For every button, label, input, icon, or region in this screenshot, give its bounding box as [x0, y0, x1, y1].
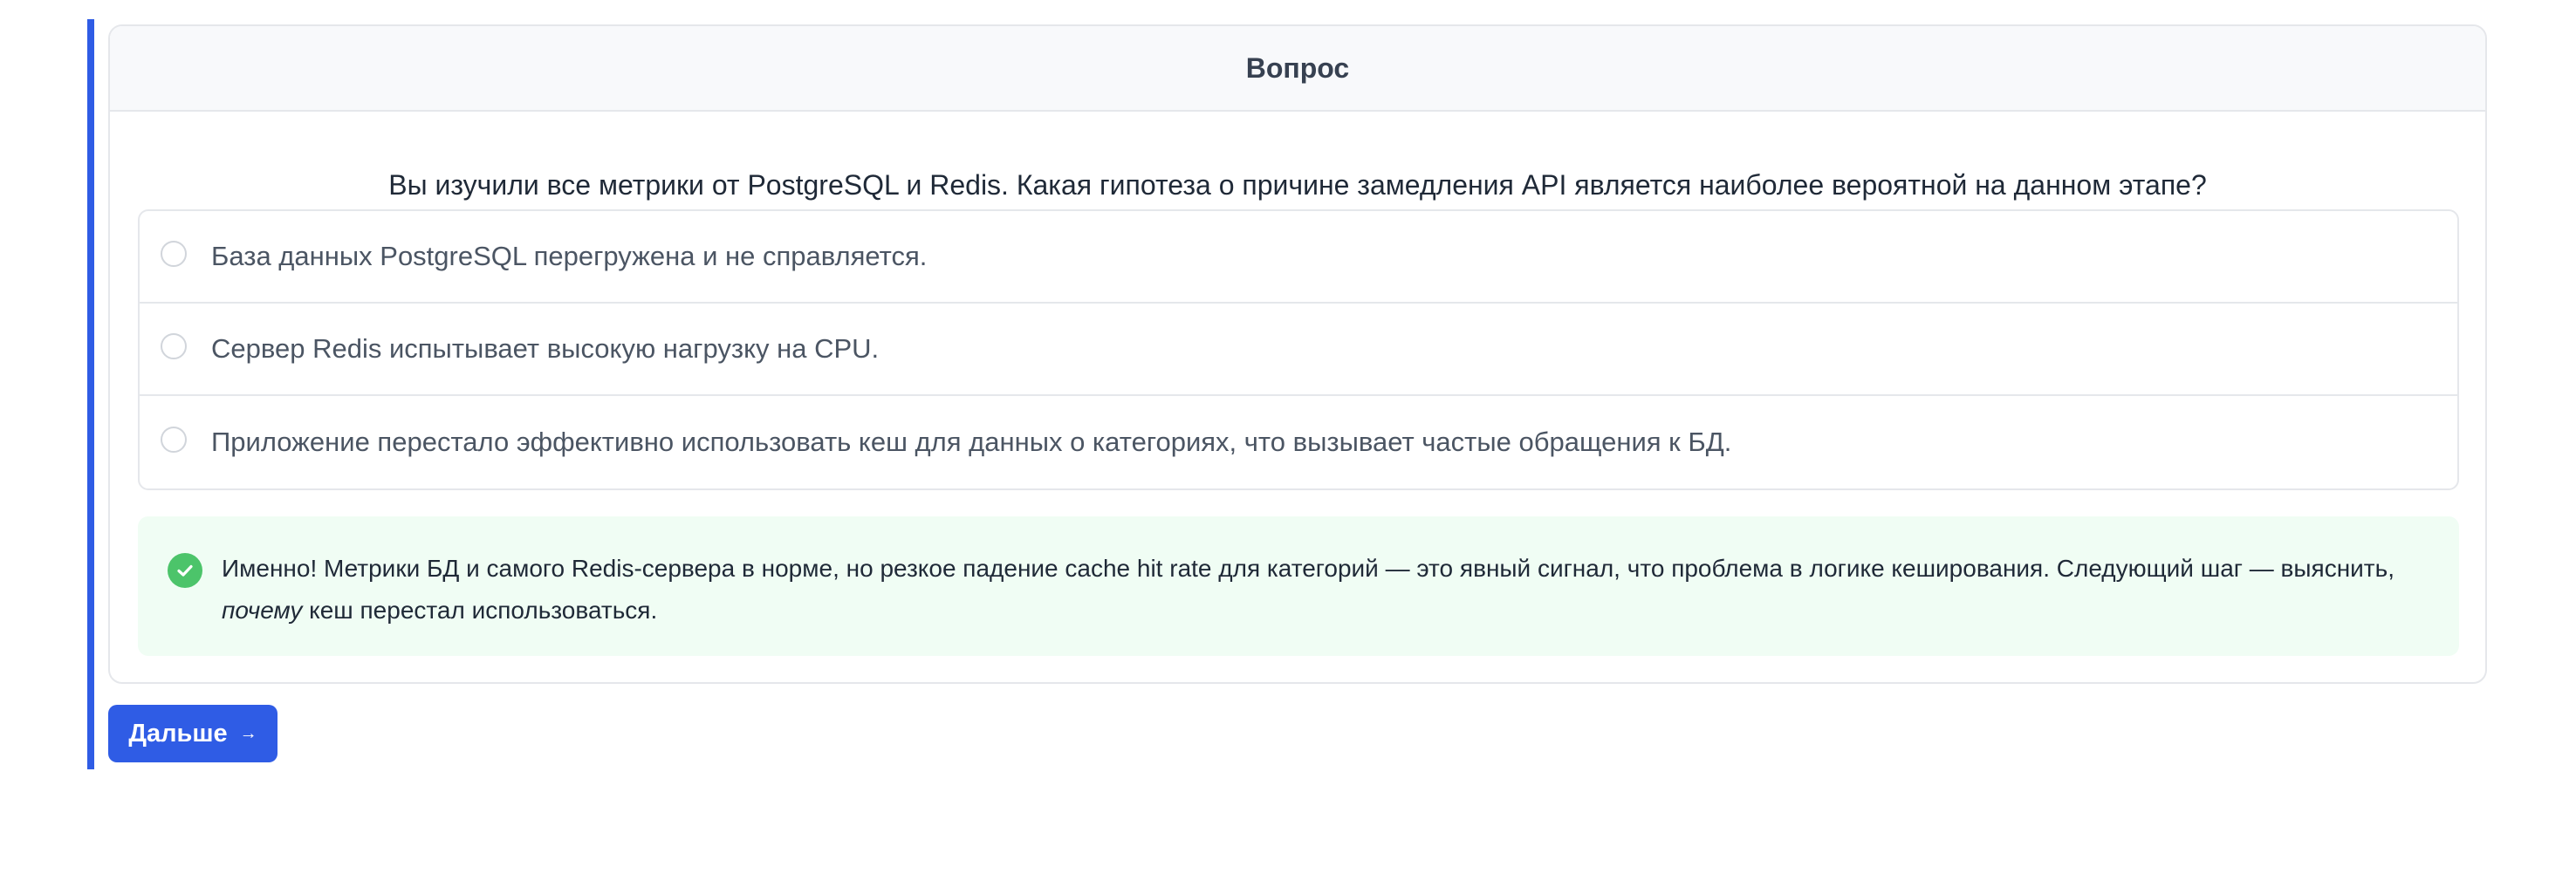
feedback-text-end: кеш перестал использоваться.	[302, 597, 658, 624]
card-title: Вопрос	[1245, 51, 1350, 84]
option-item[interactable]: Приложение перестало эффективно использо…	[140, 396, 2457, 488]
accent-bar	[87, 19, 94, 769]
options-list: База данных PostgreSQL перегружена и не …	[138, 209, 2459, 490]
feedback-text: Именно! Метрики БД и самого Redis-сервер…	[222, 548, 2407, 632]
radio-button[interactable]	[161, 241, 187, 267]
next-button[interactable]: Дальше →	[108, 705, 277, 762]
card-header: Вопрос	[110, 26, 2485, 112]
option-item[interactable]: Сервер Redis испытывает высокую нагрузку…	[140, 304, 2457, 396]
feedback-text-start: Именно! Метрики БД и самого Redis-сервер…	[222, 555, 2394, 582]
radio-button[interactable]	[161, 333, 187, 359]
question-card: Вопрос Вы изучили все метрики от Postgre…	[108, 24, 2487, 684]
feedback-box: Именно! Метрики БД и самого Redis-сервер…	[138, 516, 2459, 656]
option-label: База данных PostgreSQL перегружена и не …	[211, 241, 928, 271]
feedback-emphasis: почему	[222, 597, 303, 624]
option-label: Сервер Redis испытывает высокую нагрузку…	[211, 333, 880, 364]
arrow-right-icon: →	[239, 724, 257, 743]
option-item[interactable]: База данных PostgreSQL перегружена и не …	[140, 211, 2457, 304]
page: Вопрос Вы изучили все метрики от Postgre…	[0, 0, 2576, 881]
next-button-label: Дальше	[128, 719, 228, 748]
option-label: Приложение перестало эффективно использо…	[211, 427, 1732, 457]
radio-button[interactable]	[161, 427, 187, 453]
question-text: Вы изучили все метрики от PostgreSQL и R…	[388, 169, 2207, 201]
check-circle-icon	[168, 553, 202, 588]
